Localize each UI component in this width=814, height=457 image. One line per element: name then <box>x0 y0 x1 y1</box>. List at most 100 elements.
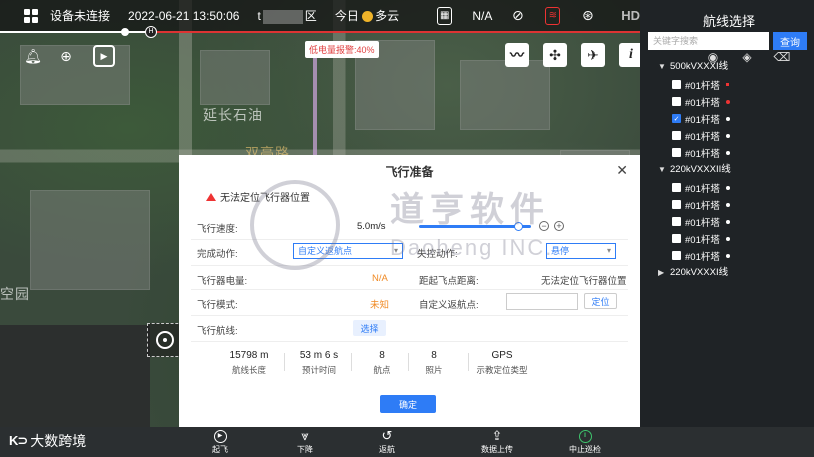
compass-icon[interactable]: ⊕ <box>55 45 77 67</box>
pause-icon: ‖ <box>578 430 592 443</box>
divider <box>191 239 628 240</box>
tower-status-dot-icon <box>725 219 730 224</box>
tower-status-dot-icon <box>725 253 730 258</box>
home-point-input[interactable] <box>506 293 578 310</box>
top-status-bar: 设备未连接 2022-06-21 13:50:06 t区 今日 多云 ▦ N/A… <box>0 0 640 31</box>
rc-signal-icon: ≋ <box>545 6 561 25</box>
stat-label: 预计时间 <box>301 365 336 375</box>
video-play-icon[interactable]: ▶ <box>93 45 115 67</box>
tower-item[interactable]: #01杆塔 <box>658 93 814 110</box>
warning-icon <box>206 192 216 201</box>
tower-checkbox[interactable] <box>672 131 681 140</box>
tower-checkbox[interactable] <box>672 80 681 89</box>
tower-status-dot-icon <box>725 185 730 190</box>
speed-slider[interactable] <box>419 222 531 231</box>
tower-checkbox[interactable] <box>672 97 681 106</box>
tower-item[interactable]: #01杆塔 <box>658 196 814 213</box>
distance-label: 距起飞点距离: <box>419 276 479 287</box>
lost-action-select[interactable]: 悬停 ▾ <box>546 243 616 259</box>
route-search-button[interactable]: 查询 <box>773 32 807 50</box>
tower-label: #01杆塔 <box>685 80 720 92</box>
map-building <box>30 190 150 290</box>
route-group[interactable]: ▼ 500kVXXXI线 <box>658 58 814 76</box>
tower-item[interactable]: #01杆塔 <box>658 76 814 93</box>
home-marker-icon: H <box>145 26 157 38</box>
tower-item[interactable]: #01杆塔 <box>658 127 814 144</box>
signal-off-icon: ⊘ <box>511 7 524 23</box>
close-icon[interactable]: ✕ <box>616 162 628 179</box>
return-icon: ↺ <box>381 428 393 443</box>
tower-item[interactable]: #01杆塔 <box>658 247 814 264</box>
select-route-button[interactable]: 选择 <box>353 320 386 336</box>
control-label: 数据上传 <box>481 445 513 454</box>
tower-checkbox[interactable] <box>672 183 681 192</box>
tower-label: #01杆塔 <box>685 183 720 195</box>
route-group[interactable]: ▶ 220kVXXXI线 <box>658 264 814 282</box>
tower-checkbox[interactable] <box>672 251 681 260</box>
tower-label: #01杆塔 <box>685 217 720 229</box>
control-label: 中止巡检 <box>569 445 601 454</box>
pause-button[interactable]: ‖ 中止巡检 <box>560 428 610 456</box>
district: t区 <box>257 9 317 24</box>
stat-label: 示教定位类型 <box>476 365 528 375</box>
tower-checkbox[interactable]: ✓ <box>672 114 681 123</box>
tower-status-dot-icon <box>725 83 729 86</box>
return-button[interactable]: ↺ 返航 <box>362 428 412 456</box>
tower-checkbox[interactable] <box>672 148 681 157</box>
chevron-down-icon[interactable]: ▼ <box>658 58 670 76</box>
alarm-bell-icon[interactable]: 🔔︎ <box>22 45 44 67</box>
control-label: 返航 <box>379 445 395 454</box>
takeoff-button[interactable]: ▶ 起飞 <box>195 428 245 456</box>
divider <box>191 265 628 266</box>
descend-button[interactable]: ⩔ 下降 <box>280 428 330 456</box>
stat-value: 8 <box>431 350 437 361</box>
tower-item[interactable]: ✓ #01杆塔 <box>658 110 814 127</box>
tower-item[interactable]: #01杆塔 <box>658 213 814 230</box>
chevron-down-icon: ▾ <box>393 246 398 255</box>
route-search-input[interactable] <box>648 32 769 50</box>
descend-icon: ⩔ <box>301 428 309 443</box>
chevron-down-icon[interactable]: ▼ <box>658 161 670 179</box>
dialog-title: 飞行准备 <box>385 165 434 179</box>
tower-label: #01杆塔 <box>685 200 720 212</box>
tower-status-dot-icon <box>725 133 730 138</box>
upload-button[interactable]: ⇪ 数据上传 <box>472 428 522 456</box>
map-label: 延长石油 <box>203 107 263 123</box>
waveform-icon[interactable]: 〰 <box>505 43 529 67</box>
confirm-button[interactable]: 确定 <box>380 395 436 413</box>
route-group-name: 220kVXXXII线 <box>670 164 731 175</box>
route-stat: 8 照片 <box>399 350 469 376</box>
mode-value: 未知 <box>370 300 390 311</box>
tower-label: #01杆塔 <box>685 148 720 160</box>
chevron-right-icon[interactable]: ▶ <box>658 264 670 282</box>
control-label: 起飞 <box>212 445 228 454</box>
speed-label: 飞行速度: <box>197 224 238 235</box>
finish-action-select[interactable]: 自定义返航点 ▾ <box>293 243 403 259</box>
locate-target-button[interactable] <box>147 323 183 357</box>
tower-checkbox[interactable] <box>672 200 681 209</box>
brand: K⊃ 大数跨境 <box>9 433 87 449</box>
hd-label: HD <box>621 8 641 23</box>
speed-value: 5.0m/s <box>357 221 386 232</box>
airplane-icon[interactable]: ✈ <box>581 43 605 67</box>
divider <box>191 315 628 316</box>
tower-item[interactable]: #01杆塔 <box>658 144 814 161</box>
route-group[interactable]: ▼ 220kVXXXII线 <box>658 161 814 179</box>
stat-label: 航线长度 <box>231 365 266 375</box>
speed-decrease-button[interactable]: − <box>539 221 549 231</box>
route-label: 飞行航线: <box>197 326 238 337</box>
menu-grid-icon[interactable] <box>24 8 38 23</box>
tower-item[interactable]: #01杆塔 <box>658 179 814 196</box>
speed-increase-button[interactable]: + <box>554 221 564 231</box>
tower-item[interactable]: #01杆塔 <box>658 230 814 247</box>
stat-value: GPS <box>491 350 513 361</box>
tower-label: #01杆塔 <box>685 97 720 109</box>
route-stat: GPS 示教定位类型 <box>467 350 537 376</box>
gps-value: N/A <box>472 8 493 23</box>
slider-knob[interactable] <box>514 222 523 231</box>
locate-button[interactable]: 定位 <box>584 293 617 309</box>
tower-checkbox[interactable] <box>672 234 681 243</box>
tower-label: #01杆塔 <box>685 234 720 246</box>
drone-icon[interactable]: ✣ <box>543 43 567 67</box>
tower-checkbox[interactable] <box>672 217 681 226</box>
